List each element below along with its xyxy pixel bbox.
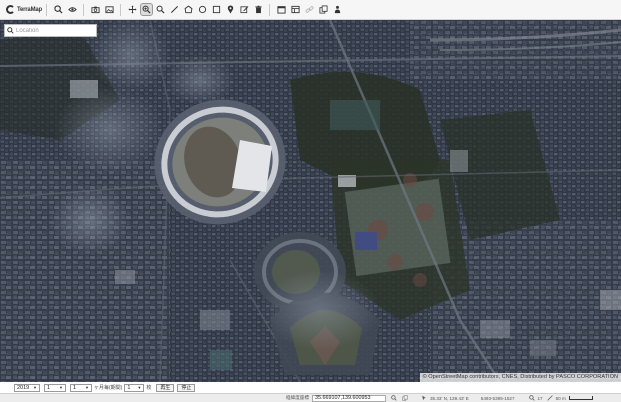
layers-tool-button[interactable]: [290, 4, 301, 15]
toolbar-separator: [269, 3, 270, 16]
calendar-tool-button[interactable]: [276, 4, 287, 15]
copy-tool-button[interactable]: [318, 4, 329, 15]
zoom-tool-button[interactable]: [155, 4, 166, 15]
polygon-icon: [184, 5, 192, 14]
logo-icon: [6, 5, 15, 14]
app-logo[interactable]: TerraMap: [6, 5, 42, 14]
coord-field[interactable]: 35.669107,139.600953: [311, 394, 386, 402]
status-bar: 経緯度座標 35.669107,139.600953 35.33' N, 139…: [0, 393, 621, 402]
cursor-coordinate: 35.33' N, 139.43' E: [429, 395, 469, 401]
copy-icon: [318, 5, 328, 14]
interval-value: 1: [127, 384, 131, 391]
interval-label: ヶ月毎(期間): [94, 385, 123, 391]
scale-bar: [568, 396, 593, 400]
link-tool-button[interactable]: [304, 4, 315, 15]
toolbar-separator: [120, 3, 121, 16]
line-icon: [170, 5, 178, 14]
camera-icon: [90, 6, 100, 14]
time-control-bar: 2019 ▼ 1 ▼ 1 ▼ ヶ月毎(期間) 1 ▼ 枚 再生 停止: [0, 382, 621, 393]
interval-select[interactable]: 1 ▼: [124, 383, 145, 392]
map-canvas[interactable]: © OpenStreetMap contributors, CNES, Dist…: [0, 20, 621, 382]
chevron-down-icon: ▼: [59, 385, 63, 390]
toolbar-separator: [83, 3, 84, 16]
camera-tool-button[interactable]: [90, 4, 101, 15]
image-icon: [104, 6, 114, 14]
pan-tool-button[interactable]: [127, 4, 138, 15]
logo-text: TerraMap: [17, 6, 42, 13]
go-to-coord-icon[interactable]: [391, 395, 398, 402]
move-icon: [127, 5, 137, 14]
interval-unit: 枚: [146, 385, 152, 391]
satellite-imagery: [0, 20, 621, 382]
day-value: 1: [73, 384, 77, 391]
magnifier-icon: [391, 395, 398, 401]
chevron-down-icon: ▼: [33, 385, 37, 390]
stop-button[interactable]: 停止: [177, 383, 196, 392]
delete-tool-button[interactable]: [253, 4, 264, 15]
scale-label: 50 m: [555, 395, 566, 401]
eye-icon: [67, 7, 77, 12]
view-tool-button[interactable]: [67, 4, 78, 15]
marker-tool-button[interactable]: [225, 4, 236, 15]
ruler-icon: [547, 395, 554, 402]
circle-tool-button[interactable]: [197, 4, 208, 15]
year-select[interactable]: 2019 ▼: [14, 383, 40, 392]
search-icon: [5, 25, 16, 36]
toolbar: TerraMap: [0, 0, 621, 20]
location-search-input[interactable]: [16, 25, 94, 36]
polygon-tool-button[interactable]: [183, 4, 194, 15]
month-select[interactable]: 1 ▼: [44, 383, 66, 392]
location-search: [4, 24, 97, 37]
zoom-level: 17: [537, 395, 543, 401]
edit-tool-button[interactable]: [239, 4, 250, 15]
circle-icon: [198, 5, 206, 14]
link-icon: [305, 6, 313, 13]
line-tool-button[interactable]: [169, 4, 180, 15]
app-window: TerraMap Location © OpenStreetMap contri…: [0, 0, 621, 402]
year-value: 2019: [17, 384, 30, 391]
day-select[interactable]: 1 ▼: [70, 383, 92, 392]
edit-icon: [239, 6, 248, 14]
person-icon: [334, 5, 340, 14]
trash-icon: [254, 5, 262, 14]
search-tool-button[interactable]: [53, 4, 64, 15]
copy-icon: [402, 395, 409, 401]
rectangle-icon: [212, 5, 220, 14]
rectangle-tool-button[interactable]: [211, 4, 222, 15]
map-attribution: © OpenStreetMap contributors, CNES, Dist…: [419, 373, 621, 382]
layers-icon: [290, 5, 300, 14]
toolbar-separator: [46, 3, 47, 16]
cursor-icon: [421, 395, 428, 402]
chevron-down-icon: ▼: [85, 385, 89, 390]
magnifier-icon: [53, 5, 63, 14]
play-button[interactable]: 再生: [156, 383, 175, 392]
image-tool-button[interactable]: [104, 4, 115, 15]
chevron-down-icon: ▼: [137, 385, 142, 390]
coord-label: 経緯度座標: [286, 395, 309, 400]
zoom-icon: [156, 5, 165, 14]
pin-icon: [227, 5, 233, 14]
copy-coord-icon[interactable]: [402, 395, 409, 402]
person-tool-button[interactable]: [332, 4, 343, 15]
zoom-box-tool-button[interactable]: [139, 3, 153, 16]
month-value: 1: [47, 384, 51, 391]
calendar-icon: [276, 6, 286, 14]
zoom-level-icon: [529, 395, 536, 402]
grid-code: 5493-5395-1527: [480, 395, 515, 401]
zoom-box-icon: [142, 5, 151, 14]
